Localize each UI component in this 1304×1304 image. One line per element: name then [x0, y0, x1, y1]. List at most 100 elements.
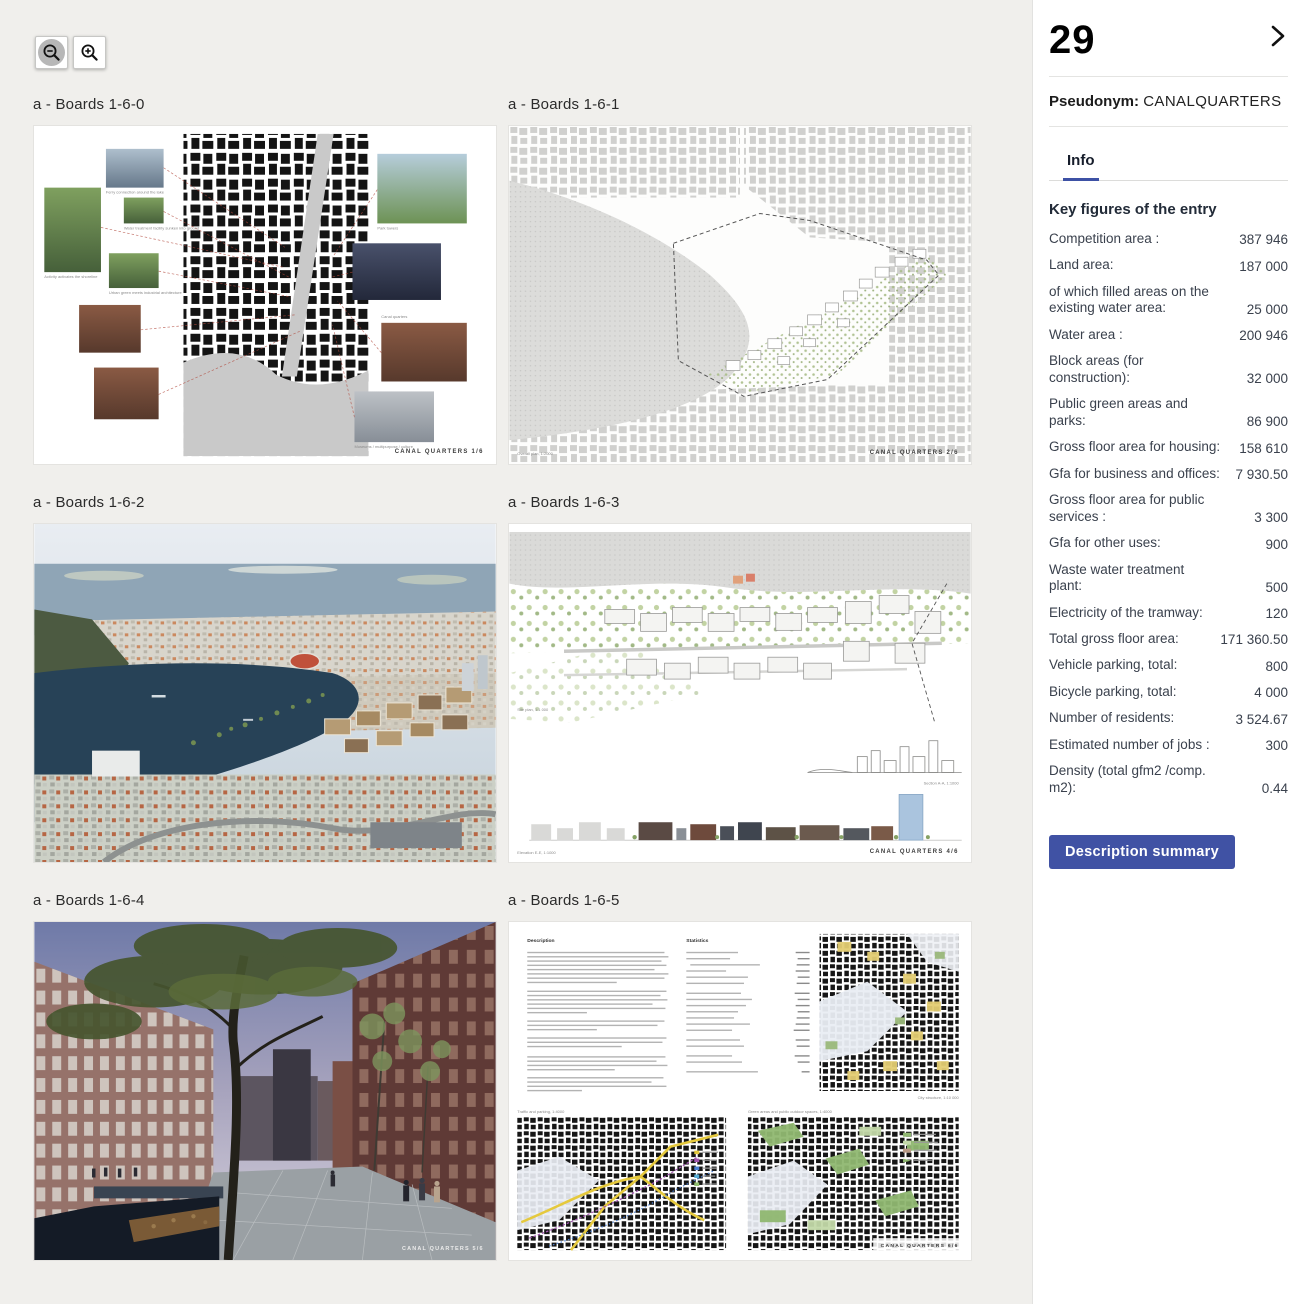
zoom-in-button[interactable]: [73, 36, 106, 69]
board-title: a - Boards 1-6-0: [33, 96, 497, 118]
svg-text:Water treatment facility sunke: Water treatment facility sunken into gro…: [124, 225, 199, 230]
magnifier-plus-icon: [79, 42, 101, 64]
zoom-out-active-circle: [38, 39, 65, 66]
figure-ground-map: [183, 134, 368, 456]
chevron-right-icon: [1270, 24, 1286, 48]
divider: [1049, 76, 1288, 77]
key-figure-label: Gfa for other uses:: [1049, 535, 1161, 551]
board-thumbnail-1-6-2[interactable]: [33, 523, 497, 863]
zoom-out-button[interactable]: [35, 36, 68, 69]
key-figure-value: 25 000: [1241, 302, 1288, 317]
board-1-6-0-graphic: Ferry connection around the lake Water t…: [34, 126, 496, 464]
key-figure-row: Estimated number of jobs :300: [1049, 732, 1288, 758]
key-figure-label: Water area :: [1049, 327, 1123, 343]
board-thumbnail-1-6-5[interactable]: Description: [508, 921, 972, 1261]
next-entry-button[interactable]: [1268, 20, 1288, 55]
key-figure-row: Electricity of the tramway:120: [1049, 600, 1288, 626]
key-figure-row: Number of residents: 3 524.67: [1049, 705, 1288, 731]
board-cell-3: a - Boards 1-6-3: [508, 494, 972, 863]
key-figure-value: 3 524.67: [1229, 712, 1288, 727]
key-figure-label: Electricity of the tramway:: [1049, 605, 1203, 621]
key-figure-value: 800: [1259, 659, 1288, 674]
board-1-6-4-graphic: CANAL QUARTERS 5/6: [34, 922, 496, 1260]
board-caption: CANAL QUARTERS 4/6: [870, 849, 959, 855]
board-cell-0: a - Boards 1-6-0: [33, 96, 497, 465]
key-figure-value: 387 946: [1233, 232, 1288, 247]
key-figures-list: Competition area : 387 946 Land area:187 …: [1049, 226, 1288, 801]
key-figure-value: 86 900: [1241, 414, 1288, 429]
tab-info[interactable]: Info: [1063, 148, 1099, 181]
board-title: a - Boards 1-6-5: [508, 892, 972, 914]
key-figure-label: Public green areas and parks:: [1049, 396, 1221, 429]
green-areas-map: CANAL QUARTERS 6/6: [748, 1117, 961, 1250]
svg-text:Urban green meets industrial a: Urban green meets industrial architectur…: [109, 290, 183, 295]
key-figure-row: Block areas (for construction): 32 000: [1049, 348, 1288, 391]
key-figure-value: 500: [1259, 580, 1288, 595]
key-figure-row: Gfa for business and offices: 7 930.50: [1049, 461, 1288, 487]
board-thumbnail-1-6-4[interactable]: CANAL QUARTERS 5/6: [33, 921, 497, 1261]
statistics-heading: Statistics: [686, 938, 708, 944]
key-figure-row: Bicycle parking, total:4 000: [1049, 679, 1288, 705]
key-figure-label: Number of residents:: [1049, 710, 1174, 726]
board-cell-4: a - Boards 1-6-4: [33, 892, 497, 1261]
key-figure-value: 32 000: [1241, 371, 1288, 386]
key-figure-row: Competition area : 387 946: [1049, 226, 1288, 252]
board-thumbnail-1-6-1[interactable]: Overall plan, 1:2000 CANAL QUARTERS 2/6: [508, 125, 972, 465]
key-figure-label: Total gross floor area:: [1049, 631, 1179, 647]
pseudonym-row: Pseudonym: CANALQUARTERS: [1049, 93, 1288, 110]
description-heading: Description: [527, 938, 554, 944]
board-title: a - Boards 1-6-3: [508, 494, 972, 516]
svg-text:Canal quarters: Canal quarters: [381, 314, 407, 319]
board-title: a - Boards 1-6-2: [33, 494, 497, 516]
city-fabric: [509, 126, 740, 198]
pseudonym-value: CANALQUARTERS: [1143, 93, 1281, 110]
entry-number: 29: [1049, 20, 1096, 60]
board-thumbnail-1-6-0[interactable]: Ferry connection around the lake Water t…: [33, 125, 497, 465]
board-caption: CANAL QUARTERS 1/6: [395, 449, 484, 455]
key-figure-value: 300: [1259, 738, 1288, 753]
city-structure-label: City structure, 1:10 000: [918, 1095, 960, 1100]
board-caption: CANAL QUARTERS 2/6: [870, 450, 959, 456]
section-label: Section A-A, 1:1000: [924, 780, 960, 785]
key-figure-label: Gfa for business and offices:: [1049, 466, 1220, 482]
board-gallery-area: a - Boards 1-6-0: [0, 0, 1032, 1304]
zoom-toolbar: [35, 36, 106, 69]
key-figure-row: Density (total gfm2 /comp. m2):0.44: [1049, 758, 1288, 801]
board-1-6-5-graphic: Description: [509, 922, 971, 1260]
key-figure-value: 158 610: [1233, 441, 1288, 456]
key-figure-value: 4 000: [1248, 685, 1288, 700]
board-cell-1: a - Boards 1-6-1: [508, 96, 972, 465]
key-figure-row: Waste water treatment plant: 500: [1049, 557, 1288, 600]
key-figure-row: Gross floor area for housing:158 610: [1049, 434, 1288, 460]
key-figure-label: Gross floor area for public services :: [1049, 492, 1221, 525]
site-plan-label: Site plan, 1:1 000: [517, 707, 549, 712]
plan-label: Overall plan, 1:2000: [517, 451, 553, 456]
key-figure-row: Gross floor area for public services : 3 …: [1049, 487, 1288, 530]
magnifier-minus-icon: [41, 42, 63, 64]
green-areas-map-label: Green areas and public outdoor spaces, 1…: [748, 1109, 833, 1114]
boards-grid: a - Boards 1-6-0: [33, 96, 972, 1261]
key-figure-label: Block areas (for construction):: [1049, 353, 1221, 386]
board-title: a - Boards 1-6-4: [33, 892, 497, 914]
board-1-6-1-graphic: Overall plan, 1:2000 CANAL QUARTERS 2/6: [509, 126, 971, 464]
key-figure-label: Competition area :: [1049, 231, 1159, 247]
key-figure-value: 0.44: [1256, 781, 1288, 796]
key-figure-value: 7 930.50: [1229, 467, 1288, 482]
board-thumbnail-1-6-3[interactable]: Site plan, 1:1 000 Section A-A, 1:1000: [508, 523, 972, 863]
divider: [1049, 126, 1288, 127]
key-figure-label: Waste water treatment plant:: [1049, 562, 1221, 595]
key-figure-row: Vehicle parking, total: 800: [1049, 652, 1288, 678]
key-figure-label: of which filled areas on the existing wa…: [1049, 284, 1221, 317]
stadium: [290, 653, 320, 669]
city-structure-map: [820, 934, 959, 1091]
key-figure-row: Total gross floor area:171 360.50: [1049, 626, 1288, 652]
board-caption: CANAL QUARTERS 5/6: [402, 1246, 484, 1252]
key-figure-label: Vehicle parking, total:: [1049, 657, 1177, 673]
description-summary-button[interactable]: Description summary: [1049, 835, 1235, 869]
key-figure-row: Public green areas and parks: 86 900: [1049, 391, 1288, 434]
key-figure-value: 3 300: [1248, 510, 1288, 525]
elevation-label: Elevation E-E, 1:1000: [517, 850, 556, 855]
key-figure-row: Land area:187 000: [1049, 252, 1288, 278]
board-1-6-3-graphic: Site plan, 1:1 000 Section A-A, 1:1000: [509, 524, 971, 862]
board-1-6-2-graphic: [34, 524, 496, 862]
